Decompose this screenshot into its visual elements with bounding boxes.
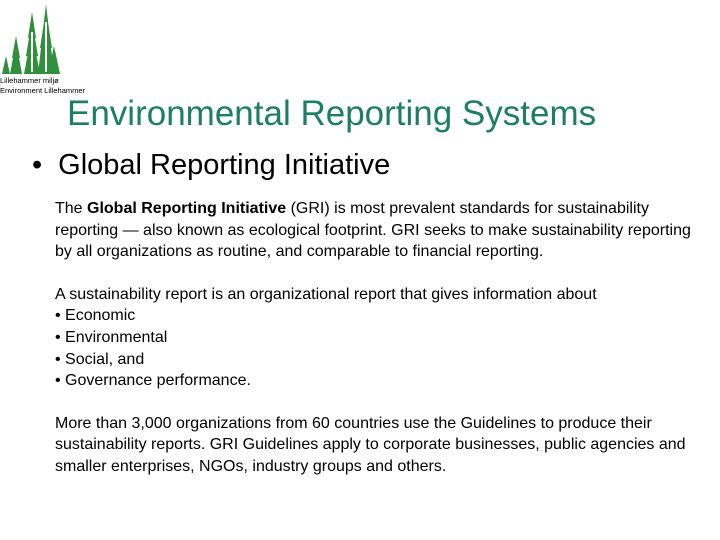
paragraph-usage: More than 3,000 organizations from 60 co…	[55, 414, 686, 475]
list-item: • Governance performance.	[55, 372, 251, 390]
slide-body: The Global Reporting Initiative (GRI) is…	[55, 198, 695, 478]
list-item: • Economic	[55, 307, 136, 325]
tree-icon	[2, 4, 60, 74]
slide-title: Environmental Reporting Systems	[67, 94, 597, 133]
paragraph-gri-intro: The Global Reporting Initiative (GRI) is…	[55, 198, 695, 263]
bullet-heading: • Global Reporting Initiative	[32, 149, 390, 182]
logo-text-line1: Lillehammer miljø	[0, 76, 59, 85]
para1-bold: Global Reporting Initiative	[87, 200, 287, 217]
bullet-marker: •	[32, 149, 43, 181]
list-item: • Environmental	[55, 328, 168, 346]
paragraph-report-intro: A sustainability report is an organizati…	[55, 285, 597, 303]
logo: Lillehammer miljø Environment Lillehamme…	[0, 0, 110, 100]
para1-prefix: The	[55, 200, 88, 217]
list-item: • Social, and	[55, 350, 145, 368]
heading-text: Global Reporting Initiative	[58, 149, 391, 181]
